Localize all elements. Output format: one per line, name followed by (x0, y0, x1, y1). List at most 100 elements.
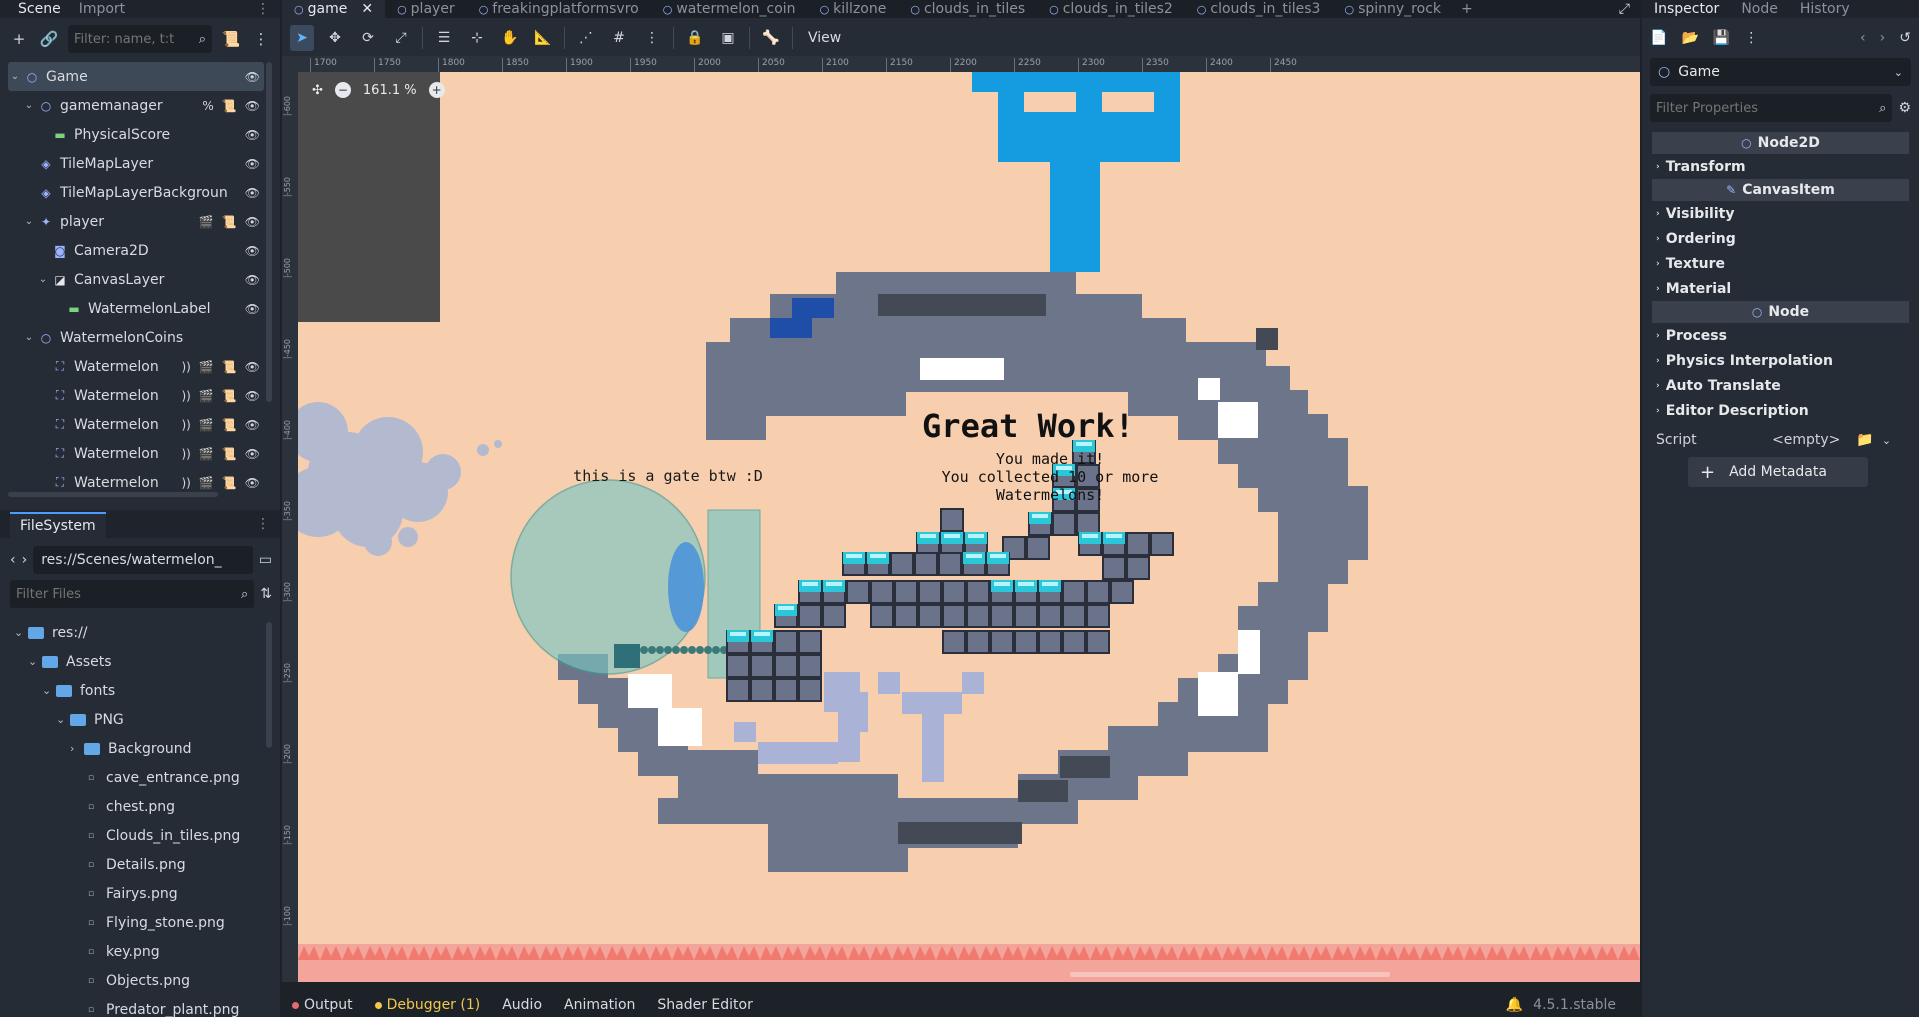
pivot-icon[interactable]: ⊹ (465, 25, 489, 51)
kebab-icon[interactable]: ⋮ (250, 28, 272, 50)
distraction-free-icon[interactable]: ⤢ (1619, 1, 1640, 17)
property-group[interactable]: › Texture (1652, 251, 1909, 276)
file-item[interactable]: ▫ chest.png (14, 792, 268, 821)
tree-item[interactable]: ⌄ ○ gamemanager% 📜 👁 (8, 91, 264, 120)
tree-item[interactable]: ▬ WatermelonLabel 👁 (8, 294, 264, 323)
add-node-icon[interactable]: + (8, 28, 30, 50)
bone-icon[interactable]: 🦴 (759, 25, 783, 51)
sort-icon[interactable]: ⇅ (260, 586, 272, 602)
zoom-in-icon[interactable]: + (428, 82, 445, 98)
section-header[interactable]: ✎ CanvasItem (1652, 179, 1909, 201)
property-group[interactable]: › Auto Translate (1652, 373, 1909, 398)
scene-tree-scrollbar[interactable] (266, 62, 272, 402)
visibility-eye-icon[interactable]: 👁 (245, 186, 260, 200)
folder-item[interactable]: ⌄ res:// (14, 618, 268, 647)
file-item[interactable]: ▫ Flying_stone.png (14, 908, 268, 937)
property-filter-input[interactable] (1656, 100, 1876, 116)
property-group[interactable]: › Material (1652, 276, 1909, 301)
folder-item[interactable]: ⌄ fonts (14, 676, 268, 705)
scene-tab[interactable]: ○ game ✕ (282, 0, 386, 18)
visibility-eye-icon[interactable]: 👁 (245, 447, 260, 461)
script-icon[interactable]: 📜 (222, 389, 237, 403)
visibility-eye-icon[interactable]: 👁 (245, 389, 260, 403)
chevron-down-icon[interactable]: ⌄ (1882, 434, 1891, 447)
visibility-eye-icon[interactable]: 👁 (245, 215, 260, 229)
link-icon[interactable]: 🔗 (38, 28, 60, 50)
chevron-down-icon[interactable]: ⌄ (8, 71, 22, 82)
visibility-eye-icon[interactable]: 👁 (245, 476, 260, 490)
visibility-eye-icon[interactable]: 👁 (245, 128, 260, 142)
tree-item[interactable]: ⛶ Watermelon)) 🎬 📜 👁 (8, 439, 264, 468)
folder-icon[interactable]: 📁 (1856, 432, 1873, 448)
kebab-icon[interactable]: ⋮ (256, 516, 270, 532)
clapper-icon[interactable]: 🎬 (199, 215, 214, 229)
bottom-tab-output[interactable]: Output (292, 997, 353, 1013)
scale-mode-icon[interactable]: ⤢ (389, 25, 413, 51)
scene-tab[interactable]: ○ clouds_in_tiles2 (1037, 0, 1185, 18)
clapper-icon[interactable]: 🎬 (199, 360, 214, 374)
snap-options-icon[interactable]: ⋮ (640, 25, 664, 51)
file-item[interactable]: ▫ Fairys.png (14, 879, 268, 908)
filesystem-path-input[interactable]: res://Scenes/watermelon_ (33, 546, 253, 574)
tree-item[interactable]: ▬ PhysicalScore 👁 (8, 120, 264, 149)
bottom-tab-animation[interactable]: Animation (564, 997, 635, 1013)
folder-item[interactable]: › Background (14, 734, 268, 763)
scene-tab[interactable]: ○ freakingplatformsvro (467, 0, 651, 18)
tab-inspector[interactable]: Inspector (1654, 1, 1719, 17)
scene-tab[interactable]: ○ killzone (808, 0, 899, 18)
visibility-eye-icon[interactable]: 👁 (245, 418, 260, 432)
script-icon[interactable]: 📜 (222, 99, 237, 113)
scene-tab[interactable]: ○ player (385, 0, 467, 18)
signal-icon[interactable]: )) (181, 447, 190, 461)
zoom-out-icon[interactable]: − (334, 82, 351, 98)
grid-snap-icon[interactable]: # (607, 25, 631, 51)
tab-filesystem[interactable]: FileSystem (10, 512, 106, 538)
unique-name-icon[interactable]: % (202, 99, 213, 113)
list-select-icon[interactable]: ☰ (432, 25, 456, 51)
smart-snap-icon[interactable]: ⋰ (574, 25, 598, 51)
visibility-eye-icon[interactable]: 👁 (245, 70, 260, 84)
scene-tab[interactable]: ○ watermelon_coin (651, 0, 808, 18)
forward-icon[interactable]: › (22, 552, 28, 568)
close-icon[interactable]: ✕ (361, 1, 373, 17)
scene-tab[interactable]: ○ clouds_in_tiles (898, 0, 1037, 18)
property-group[interactable]: › Ordering (1652, 226, 1909, 251)
signal-icon[interactable]: )) (181, 360, 190, 374)
game-viewport[interactable]: this is a gate btw :D Great Work! You ma… (283, 72, 1640, 982)
scene-tab[interactable]: ○ spinny_rock (1332, 0, 1453, 18)
rotate-mode-icon[interactable]: ⟳ (356, 25, 380, 51)
add-tab-icon[interactable]: + (1453, 1, 1481, 17)
group-icon[interactable]: ▣ (716, 25, 740, 51)
property-group[interactable]: › Editor Description (1652, 398, 1909, 423)
property-group[interactable]: › Physics Interpolation (1652, 348, 1909, 373)
signal-icon[interactable]: )) (181, 476, 190, 490)
visibility-eye-icon[interactable]: 👁 (245, 244, 260, 258)
scene-render[interactable]: this is a gate btw :D Great Work! You ma… (283, 72, 1640, 982)
tab-node[interactable]: Node (1741, 1, 1778, 17)
chevron-down-icon[interactable]: ⌄ (14, 626, 28, 639)
section-header[interactable]: ○ Node2D (1652, 132, 1909, 154)
script-icon[interactable]: 📜 (222, 360, 237, 374)
filesystem-scrollbar[interactable] (266, 622, 272, 748)
viewport-hscrollbar[interactable] (1070, 972, 1390, 977)
visibility-eye-icon[interactable]: 👁 (245, 99, 260, 113)
tree-item[interactable]: ◈ TileMapLayer 👁 (8, 149, 264, 178)
clapper-icon[interactable]: 🎬 (199, 447, 214, 461)
bottom-tab-audio[interactable]: Audio (502, 997, 542, 1013)
attach-script-icon[interactable]: 📜 (220, 28, 242, 50)
new-resource-icon[interactable]: 📄 (1650, 30, 1667, 46)
section-header[interactable]: ○ Node (1652, 301, 1909, 323)
open-resource-icon[interactable]: 📂 (1681, 30, 1698, 46)
center-view-icon[interactable]: ✣ (312, 83, 323, 98)
kebab-icon[interactable]: ⋮ (1744, 30, 1758, 46)
visibility-eye-icon[interactable]: 👁 (245, 273, 260, 287)
save-resource-icon[interactable]: 💾 (1713, 30, 1730, 46)
tree-item[interactable]: ⌄ ◪ CanvasLayer 👁 (8, 265, 264, 294)
object-selector[interactable]: ○ Game ⌄ (1650, 58, 1911, 86)
file-item[interactable]: ▫ key.png (14, 937, 268, 966)
kebab-icon[interactable]: ⋮ (256, 1, 270, 17)
history-back-icon[interactable]: ‹ (1860, 30, 1866, 46)
clapper-icon[interactable]: 🎬 (199, 476, 214, 490)
lock-icon[interactable]: 🔒 (683, 25, 707, 51)
chevron-down-icon[interactable]: ⌄ (22, 332, 36, 343)
